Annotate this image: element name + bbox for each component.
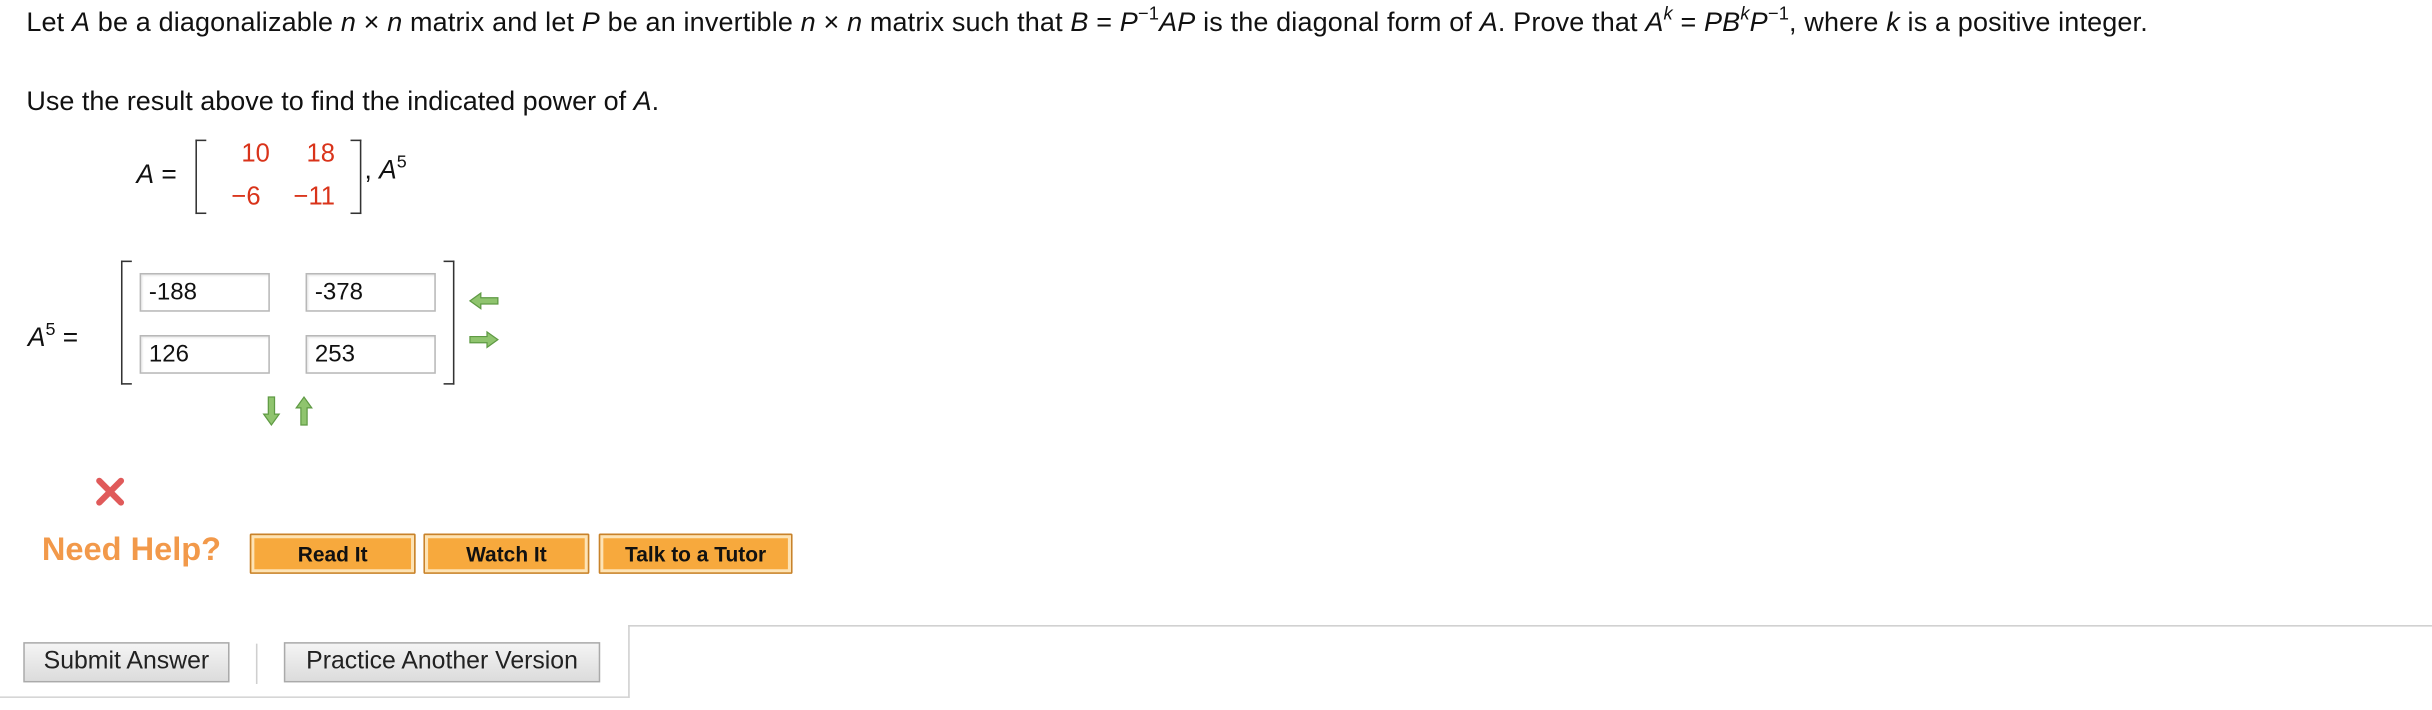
- given-cell-r2c1: −6: [231, 183, 261, 211]
- power-label: , A5: [364, 153, 407, 185]
- question-panel: Let A be a diagonalizable n × n matrix a…: [0, 0, 2432, 707]
- instruction-text: Use the result above to find the indicat…: [26, 85, 660, 117]
- given-cell-r1c2: 18: [306, 139, 336, 168]
- answer-label: A5 =: [27, 320, 79, 353]
- answer-bracket-right: [443, 260, 455, 385]
- read-it-button[interactable]: Read It: [249, 533, 416, 574]
- arrow-down-icon[interactable]: [262, 396, 281, 427]
- watch-it-button[interactable]: Watch It: [423, 533, 590, 574]
- answer-cell-r1c2[interactable]: -378: [305, 272, 436, 312]
- bracket-right: [350, 139, 362, 215]
- problem-statement: Let A be a diagonalizable n × n matrix a…: [26, 2, 2148, 38]
- answer-cell-r2c1[interactable]: 126: [139, 335, 270, 374]
- arrow-left-icon[interactable]: [468, 291, 499, 311]
- incorrect-x-icon: [96, 477, 125, 506]
- given-matrix-label: A =: [136, 159, 177, 190]
- talk-to-tutor-button[interactable]: Talk to a Tutor: [598, 533, 793, 574]
- footer-divider: [628, 625, 2432, 627]
- footer-divider-vertical: [628, 625, 630, 698]
- answer-cell-r1c1[interactable]: -188: [139, 272, 270, 312]
- need-help-label: Need Help?: [41, 531, 222, 568]
- button-separator: [255, 643, 258, 684]
- arrow-up-icon[interactable]: [295, 395, 314, 427]
- answer-bracket-left: [120, 260, 132, 385]
- given-cell-r1c1: 10: [241, 139, 270, 168]
- arrow-right-icon[interactable]: [468, 330, 499, 349]
- practice-another-version-button[interactable]: Practice Another Version: [283, 642, 601, 683]
- submit-answer-button[interactable]: Submit Answer: [23, 642, 230, 683]
- given-cell-r2c2: −11: [293, 183, 336, 211]
- footer-bottom-border: [0, 696, 630, 698]
- answer-cell-r2c2[interactable]: 253: [305, 335, 436, 374]
